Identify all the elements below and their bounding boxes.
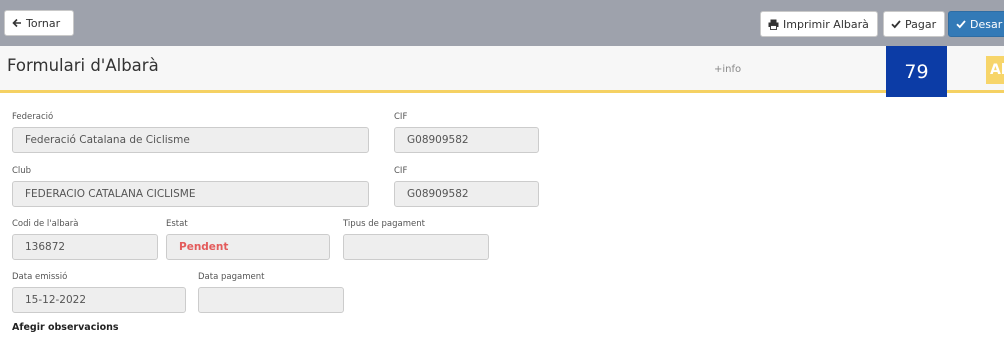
club-cif-value: G08909582 (407, 188, 469, 200)
club-label: Club (12, 166, 32, 176)
printer-icon (768, 19, 779, 30)
counter-badge: 79 (886, 46, 947, 97)
info-link[interactable]: +info (714, 64, 741, 75)
codi-albara-field[interactable]: 136872 (12, 234, 158, 260)
page-title: Formulari d'Albarà (7, 56, 159, 75)
back-button-label: Tornar (26, 16, 61, 30)
check-icon (891, 20, 901, 29)
print-albara-button[interactable]: Imprimir Albarà (760, 11, 878, 37)
estat-label: Estat (166, 219, 188, 229)
federacio-cif-value: G08909582 (407, 134, 469, 146)
data-emissio-value: 15-12-2022 (25, 294, 87, 306)
club-cif-field[interactable]: G08909582 (394, 181, 539, 207)
add-observations-label: Afegir observacions (12, 322, 119, 333)
tipus-pagament-label: Tipus de pagament (343, 219, 425, 229)
federacio-cif-field[interactable]: G08909582 (394, 127, 539, 153)
federacio-label: Federació (12, 112, 54, 122)
federacio-cif-label: CIF (394, 112, 408, 122)
data-emissio-label: Data emissió (12, 272, 68, 282)
data-pagament-field[interactable] (198, 287, 344, 313)
codi-albara-value: 136872 (25, 241, 66, 253)
data-pagament-label: Data pagament (198, 272, 265, 282)
back-button[interactable]: Tornar (4, 10, 74, 36)
print-button-label: Imprimir Albarà (783, 17, 869, 31)
pay-button[interactable]: Pagar (883, 11, 945, 37)
check-icon (956, 20, 966, 29)
pay-button-label: Pagar (905, 17, 937, 31)
data-emissio-field[interactable]: 15-12-2022 (12, 287, 186, 313)
status-tab: Al (986, 56, 1004, 84)
save-button[interactable]: Desar (948, 11, 1004, 37)
save-button-label: Desar (970, 17, 1003, 31)
club-value: FEDERACIO CATALANA CICLISME (25, 188, 196, 200)
codi-albara-label: Codi de l'albarà (12, 219, 79, 229)
arrow-left-icon (12, 18, 21, 28)
federacio-field[interactable]: Federació Catalana de Ciclisme (12, 127, 369, 153)
club-field[interactable]: FEDERACIO CATALANA CICLISME (12, 181, 369, 207)
club-cif-label: CIF (394, 166, 408, 176)
estat-field[interactable]: Pendent (166, 234, 330, 260)
federacio-value: Federació Catalana de Ciclisme (25, 134, 190, 146)
tipus-pagament-field[interactable] (343, 234, 489, 260)
estat-value: Pendent (179, 241, 229, 253)
